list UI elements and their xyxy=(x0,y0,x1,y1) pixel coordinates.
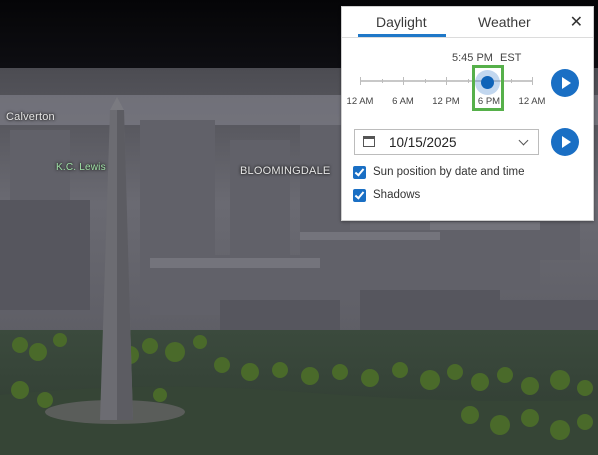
sun-position-label: Sun position by date and time xyxy=(373,166,525,178)
time-value: 5:45 PM xyxy=(452,52,493,64)
play-date-button[interactable] xyxy=(551,128,579,156)
map-label-calverton: Calverton xyxy=(6,111,55,123)
slider-tick xyxy=(468,79,469,83)
map-label-bloomingdale: BLOOMINGDALE xyxy=(240,165,331,177)
map-label-kc-lewis: K.C. Lewis xyxy=(56,162,106,173)
play-icon xyxy=(562,77,571,89)
slider-tick xyxy=(425,79,426,83)
slider-tick xyxy=(532,77,533,85)
slider-tick xyxy=(403,77,404,85)
chevron-down-icon[interactable] xyxy=(518,135,529,146)
shadows-checkbox[interactable] xyxy=(353,189,366,202)
sun-position-checkbox[interactable] xyxy=(353,166,366,179)
calendar-icon xyxy=(363,136,375,147)
date-picker[interactable]: 10/15/2025 xyxy=(354,129,539,155)
slider-tick xyxy=(382,79,383,83)
slider-tick xyxy=(360,77,361,85)
active-tab-indicator xyxy=(358,34,446,37)
slider-label-12am-end: 12 AM xyxy=(518,96,546,107)
close-icon[interactable]: ✕ xyxy=(570,12,583,32)
shadows-label: Shadows xyxy=(373,189,421,201)
highlight-box xyxy=(472,65,504,111)
tab-weather[interactable]: Weather xyxy=(478,14,531,30)
tab-bar: Daylight Weather ✕ xyxy=(342,7,593,38)
current-time-readout: 5:45 PM EST xyxy=(342,52,593,66)
play-time-button[interactable] xyxy=(551,69,579,97)
slider-label-6am: 6 AM xyxy=(392,96,414,107)
tab-daylight[interactable]: Daylight xyxy=(376,14,427,30)
slider-tick xyxy=(446,77,447,85)
slider-tick xyxy=(511,79,512,83)
daylight-panel: Daylight Weather ✕ 5:45 PM EST 12 AM 6 A… xyxy=(341,6,594,221)
slider-label-12pm: 12 PM xyxy=(432,96,460,107)
timezone-value: EST xyxy=(500,52,522,64)
play-icon xyxy=(562,136,571,148)
date-value: 10/15/2025 xyxy=(389,135,457,150)
slider-label-12am: 12 AM xyxy=(346,96,374,107)
